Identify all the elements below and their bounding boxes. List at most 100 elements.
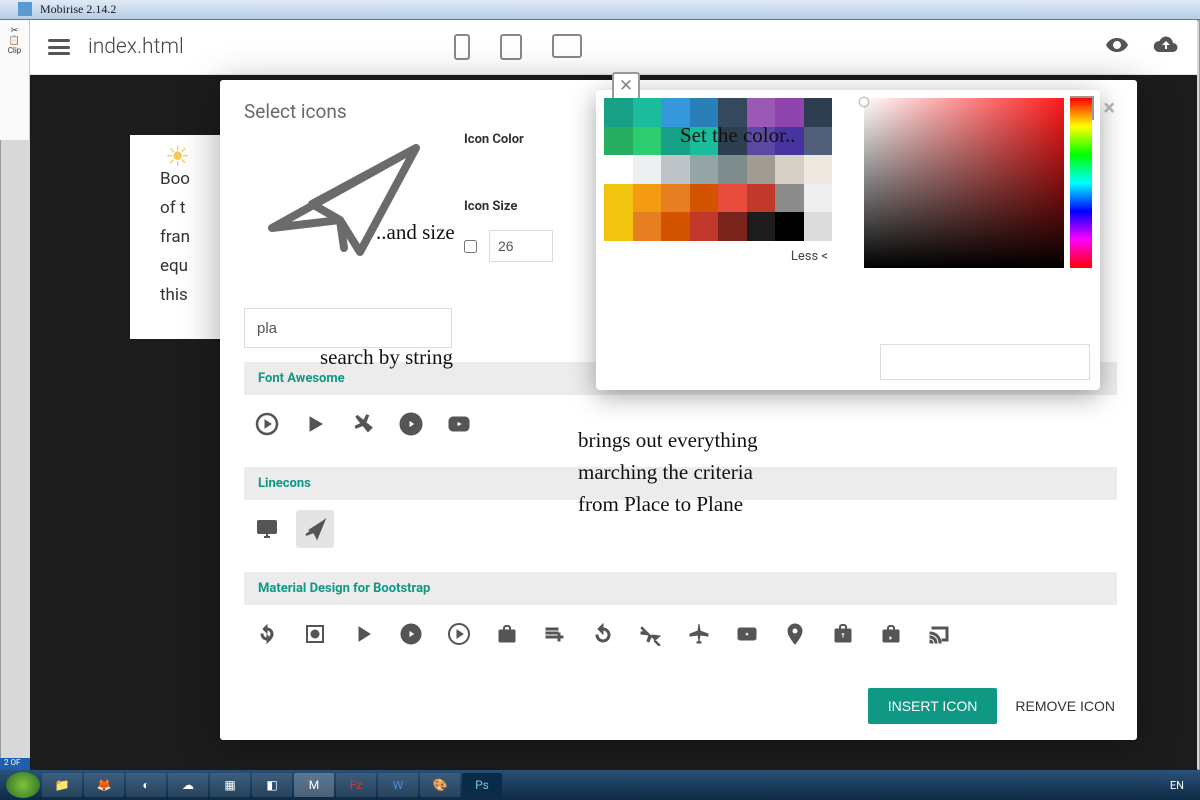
color-swatch[interactable]: [804, 98, 833, 127]
taskbar-chrome-icon[interactable]: ◐: [126, 773, 166, 797]
color-swatch[interactable]: [775, 127, 804, 156]
taskbar-photoshop-icon[interactable]: Ps: [462, 773, 502, 797]
playlist-add-icon[interactable]: [536, 615, 574, 653]
color-swatch[interactable]: [718, 155, 747, 184]
color-swatch[interactable]: [604, 155, 633, 184]
color-swatch[interactable]: [661, 155, 690, 184]
color-swatch[interactable]: [661, 184, 690, 213]
color-swatch[interactable]: [633, 155, 662, 184]
color-swatch[interactable]: [633, 212, 662, 241]
windows-taskbar: 📁 🦊 ◐ ☁ ▦ ◧ M Fz W 🎨 Ps EN: [0, 770, 1200, 800]
play-circle-o-icon[interactable]: [248, 405, 286, 443]
color-swatch[interactable]: [690, 127, 719, 156]
taskbar-app2-icon[interactable]: ◧: [252, 773, 292, 797]
color-swatch[interactable]: [718, 212, 747, 241]
place-icon[interactable]: [776, 615, 814, 653]
device-phone-icon[interactable]: [454, 34, 470, 60]
search-input[interactable]: [244, 308, 452, 348]
menu-button[interactable]: [48, 39, 70, 55]
play-circle-icon[interactable]: [392, 405, 430, 443]
color-swatch[interactable]: [747, 98, 776, 127]
color-swatch[interactable]: [604, 184, 633, 213]
color-swatch[interactable]: [604, 212, 633, 241]
taskbar-app1-icon[interactable]: ▦: [210, 773, 250, 797]
app-topbar: index.html: [30, 20, 1197, 75]
device-tablet-icon[interactable]: [500, 34, 522, 60]
paper-plane-icon[interactable]: [296, 510, 334, 548]
color-swatch[interactable]: [775, 184, 804, 213]
archive-icon[interactable]: [824, 615, 862, 653]
color-swatch[interactable]: [718, 184, 747, 213]
cast-icon[interactable]: [920, 615, 958, 653]
app-logo-icon: [18, 2, 32, 16]
play-arrow-icon[interactable]: [344, 615, 382, 653]
color-swatch[interactable]: [633, 98, 662, 127]
taskbar-language[interactable]: EN: [1160, 779, 1194, 792]
taskbar-cloud-icon[interactable]: ☁: [168, 773, 208, 797]
plane-icon[interactable]: [344, 405, 382, 443]
color-swatch[interactable]: [747, 155, 776, 184]
shop-icon[interactable]: [872, 615, 910, 653]
airplanemode-on-icon[interactable]: [680, 615, 718, 653]
sun-icon: ☀: [165, 140, 190, 173]
preview-icon[interactable]: [1105, 33, 1129, 61]
color-swatch[interactable]: [747, 212, 776, 241]
work-icon[interactable]: [488, 615, 526, 653]
play-circle-outline-icon[interactable]: [440, 615, 478, 653]
taskbar-explorer-icon[interactable]: 📁: [42, 773, 82, 797]
color-swatch[interactable]: [690, 98, 719, 127]
play-icon[interactable]: [296, 405, 334, 443]
color-swatch[interactable]: [604, 127, 633, 156]
color-swatch[interactable]: [775, 98, 804, 127]
category-linecons[interactable]: Linecons: [244, 467, 1117, 500]
word-ribbon-clip: ✂📋Clip: [0, 20, 30, 140]
hue-slider[interactable]: [1070, 98, 1092, 268]
icon-size-input[interactable]: [489, 230, 553, 262]
color-swatch[interactable]: [661, 127, 690, 156]
insert-icon-button[interactable]: INSERT ICON: [868, 688, 998, 724]
display-icon[interactable]: [248, 510, 286, 548]
color-swatch[interactable]: [633, 184, 662, 213]
color-swatch[interactable]: [718, 98, 747, 127]
color-swatch[interactable]: [804, 212, 833, 241]
color-swatch[interactable]: [747, 184, 776, 213]
play-circle-filled-icon[interactable]: [392, 615, 430, 653]
color-swatch[interactable]: [804, 127, 833, 156]
color-picker-anchor-close[interactable]: ✕: [612, 72, 640, 100]
taskbar-paint-icon[interactable]: 🎨: [420, 773, 460, 797]
color-swatch[interactable]: [775, 212, 804, 241]
color-less-button[interactable]: Less <: [604, 241, 832, 264]
youtube-play-icon[interactable]: [440, 405, 478, 443]
color-hex-input[interactable]: [880, 344, 1090, 380]
color-swatch[interactable]: [604, 98, 633, 127]
replay-icon[interactable]: [584, 615, 622, 653]
color-swatch[interactable]: [747, 127, 776, 156]
taskbar-filezilla-icon[interactable]: Fz: [336, 773, 376, 797]
color-swatch[interactable]: [690, 212, 719, 241]
icon-size-checkbox[interactable]: [464, 240, 477, 253]
color-swatch[interactable]: [661, 98, 690, 127]
autorenew-icon[interactable]: [248, 615, 286, 653]
gradient-cursor[interactable]: [860, 98, 868, 106]
close-icon[interactable]: ×: [1103, 96, 1115, 121]
color-swatch[interactable]: [804, 184, 833, 213]
taskbar-word-icon[interactable]: W: [378, 773, 418, 797]
airplanemode-off-icon[interactable]: [632, 615, 670, 653]
start-button[interactable]: [6, 772, 40, 798]
taskbar-firefox-icon[interactable]: 🦊: [84, 773, 124, 797]
category-mdb[interactable]: Material Design for Bootstrap: [244, 572, 1117, 605]
remove-icon-button[interactable]: REMOVE ICON: [1015, 698, 1115, 714]
color-gradient-field[interactable]: [864, 98, 1064, 268]
device-desktop-icon[interactable]: [552, 34, 582, 58]
color-swatch[interactable]: [633, 127, 662, 156]
color-swatch[interactable]: [718, 127, 747, 156]
local-play-icon[interactable]: [728, 615, 766, 653]
brightness-icon[interactable]: [296, 615, 334, 653]
publish-icon[interactable]: [1153, 35, 1179, 59]
color-swatch[interactable]: [775, 155, 804, 184]
color-swatch[interactable]: [690, 155, 719, 184]
color-swatch[interactable]: [690, 184, 719, 213]
color-swatch[interactable]: [661, 212, 690, 241]
color-swatch[interactable]: [804, 155, 833, 184]
taskbar-mobirise-icon[interactable]: M: [294, 773, 334, 797]
